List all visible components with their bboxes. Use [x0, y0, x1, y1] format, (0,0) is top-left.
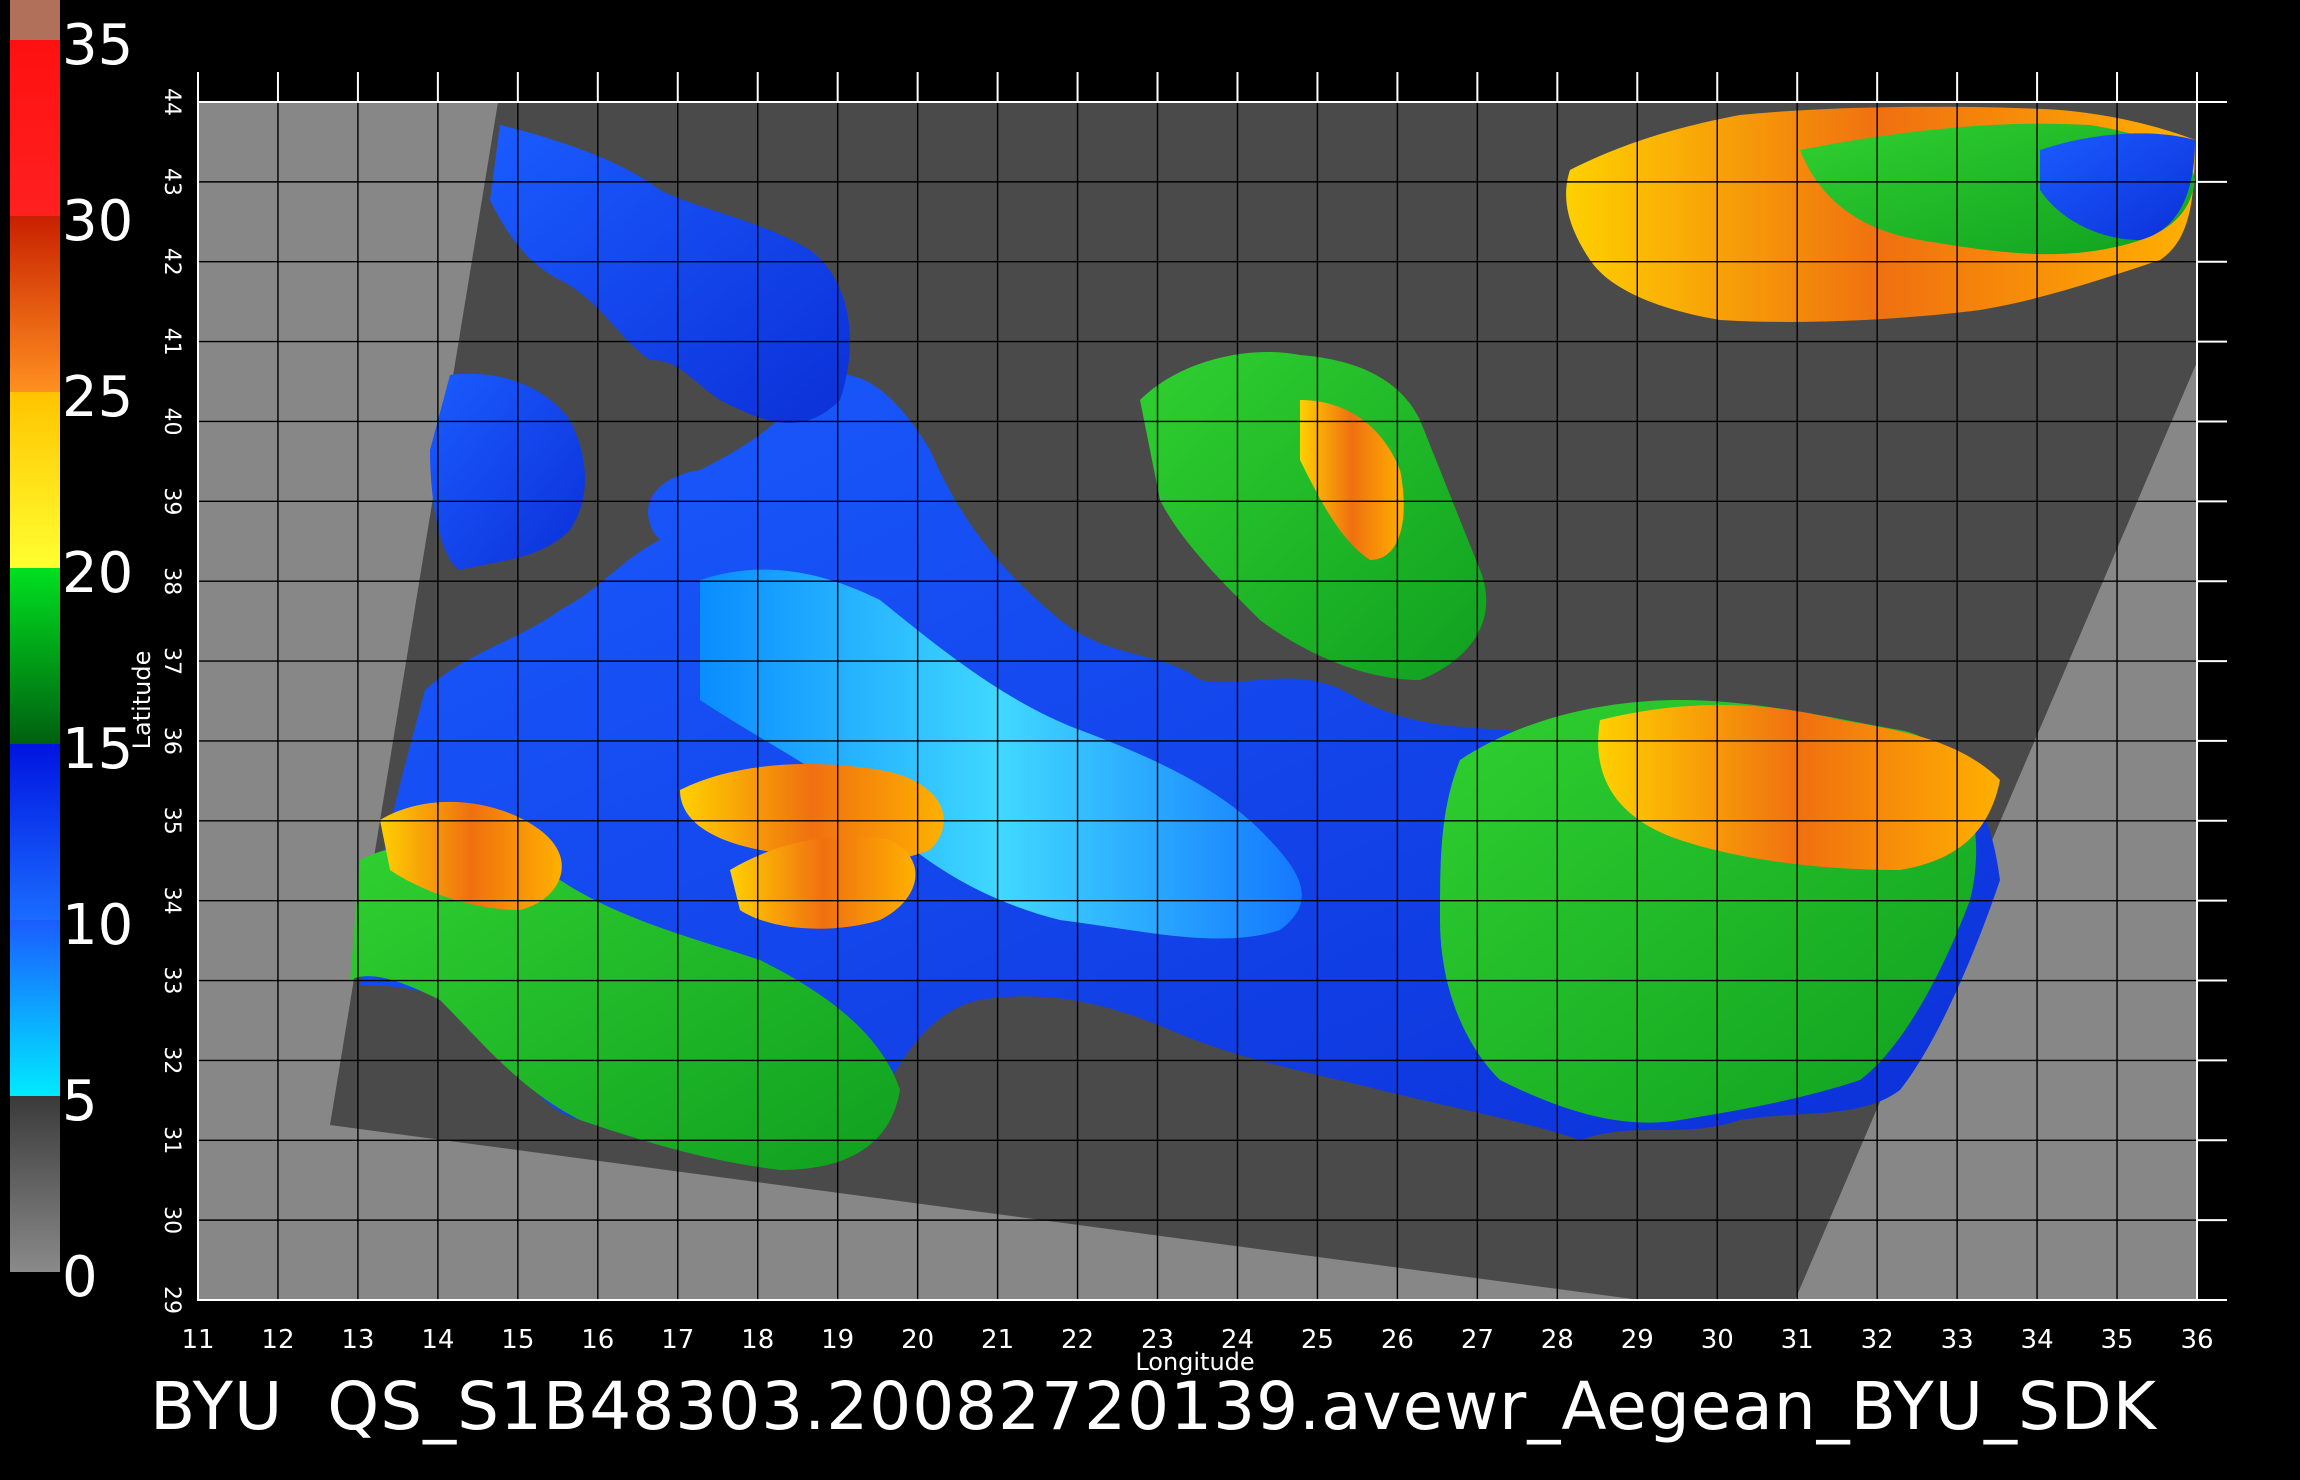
x-tick-label: 33 — [1941, 1325, 1974, 1355]
x-tick-label: 18 — [741, 1325, 774, 1355]
y-tick-label: 42 — [159, 248, 184, 276]
x-tick-label: 34 — [2021, 1325, 2054, 1355]
y-tick-label: 37 — [159, 647, 184, 675]
x-tick-label: 19 — [821, 1325, 854, 1355]
y-tick-label: 32 — [159, 1046, 184, 1074]
colorbar-label: 10 — [62, 893, 133, 958]
y-tick-label: 35 — [159, 807, 184, 835]
caption-org: BYU — [150, 1368, 284, 1445]
colorbar-label: 5 — [62, 1069, 98, 1134]
colorbar-label: 20 — [62, 541, 133, 606]
colorbar-label: 15 — [62, 717, 133, 782]
y-tick-label: 39 — [159, 487, 184, 515]
x-tick-label: 30 — [1701, 1325, 1734, 1355]
colorbar-label: 35 — [62, 13, 133, 78]
y-tick-label: 31 — [159, 1126, 184, 1154]
colorbar-band — [10, 1096, 60, 1272]
wind-speed-colorbar: 0 5 10 15 20 25 30 35 — [10, 0, 133, 1310]
x-tick-label: 35 — [2100, 1325, 2133, 1355]
colorbar-label: 30 — [62, 189, 133, 254]
x-tick-label: 15 — [501, 1325, 534, 1355]
colorbar-band — [10, 744, 60, 920]
product-caption: BYU QS_S1B48303.20082720139.avewr_Aegean… — [150, 1368, 2157, 1445]
y-tick-label: 36 — [159, 727, 184, 755]
colorbar-band — [10, 392, 60, 568]
latitude-tick-labels: 29 30 31 32 33 34 35 36 37 38 39 40 41 42 43 44 — [159, 88, 184, 1314]
x-tick-label: 16 — [581, 1325, 614, 1355]
x-tick-label: 12 — [261, 1325, 294, 1355]
x-tick-label: 13 — [341, 1325, 374, 1355]
x-tick-label: 31 — [1781, 1325, 1814, 1355]
wind-speed-map: 11 12 13 14 15 16 17 18 19 20 21 22 23 24 25 26 27 28 29 30… — [10, 0, 2227, 1376]
colorbar-band — [10, 920, 60, 1096]
x-tick-label: 27 — [1461, 1325, 1494, 1355]
caption-product: QS_S1B48303.20082720139.avewr_Aegean_BYU… — [327, 1368, 2157, 1445]
colorbar-band — [10, 568, 60, 744]
y-tick-label: 40 — [159, 407, 184, 435]
colorbar-band — [10, 216, 60, 392]
x-tick-label: 29 — [1621, 1325, 1654, 1355]
x-tick-label: 17 — [661, 1325, 694, 1355]
x-tick-label: 28 — [1541, 1325, 1574, 1355]
x-tick-label: 26 — [1381, 1325, 1414, 1355]
colorbar-label: 0 — [62, 1245, 98, 1310]
x-tick-label: 22 — [1061, 1325, 1094, 1355]
y-tick-label: 38 — [159, 567, 184, 595]
y-tick-label: 30 — [159, 1206, 184, 1234]
x-tick-label: 11 — [181, 1325, 214, 1355]
x-tick-label: 21 — [981, 1325, 1014, 1355]
x-tick-label: 20 — [901, 1325, 934, 1355]
colorbar-cap — [10, 0, 60, 40]
x-tick-label: 14 — [421, 1325, 454, 1355]
colorbar-label: 25 — [62, 365, 133, 430]
y-tick-label: 43 — [159, 168, 184, 196]
x-tick-label: 25 — [1301, 1325, 1334, 1355]
colorbar-band — [10, 40, 60, 216]
x-tick-label: 32 — [1861, 1325, 1894, 1355]
y-tick-label: 44 — [159, 88, 184, 116]
y-tick-label: 41 — [159, 328, 184, 356]
y-tick-label: 34 — [159, 887, 184, 915]
x-tick-label: 36 — [2180, 1325, 2213, 1355]
y-tick-label: 29 — [159, 1286, 184, 1314]
y-tick-label: 33 — [159, 967, 184, 995]
